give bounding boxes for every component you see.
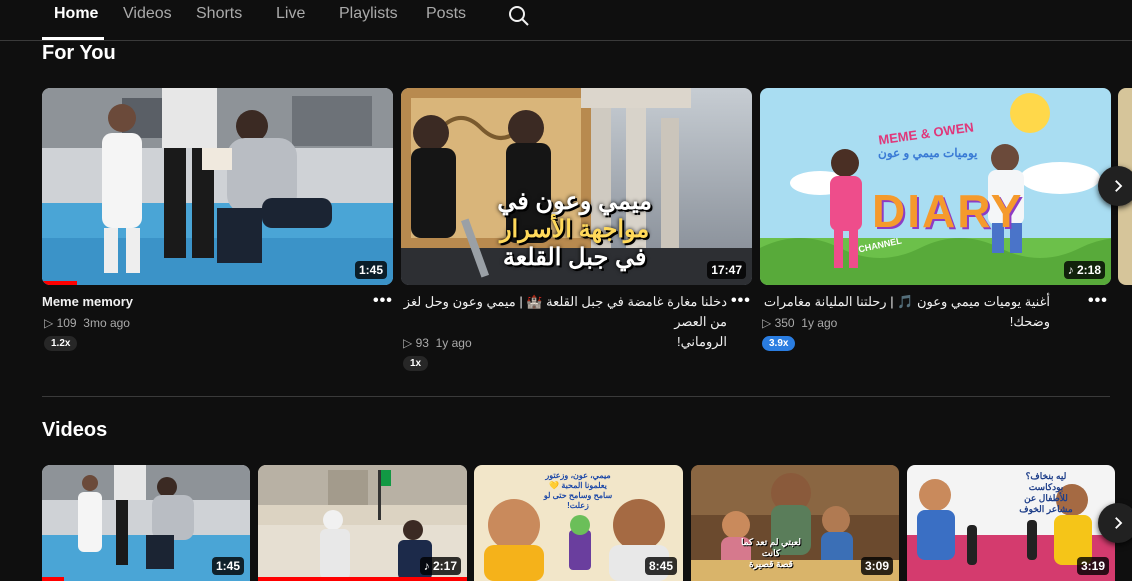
watch-progress-bar xyxy=(42,281,77,285)
tab-live[interactable]: Live xyxy=(276,5,305,23)
video-thumbnail[interactable]: MEME & OWEN يوميات ميمي و عون DIARY CHAN… xyxy=(760,88,1111,285)
video-duration: ♪ 2:17 xyxy=(419,557,461,575)
watch-progress-bar xyxy=(42,577,64,581)
video-thumbnail[interactable]: ميمي، عون، وزعتور يعلمونا المحبة 💛 سامح … xyxy=(474,465,683,581)
video-duration: 3:09 xyxy=(860,557,893,575)
speed-badge: 1x xyxy=(403,356,429,371)
video-duration: ♪ 2:18 xyxy=(1063,261,1105,279)
active-tab-indicator xyxy=(42,37,104,40)
video-thumbnail[interactable]: 1:45 xyxy=(42,465,250,581)
tab-shorts[interactable]: Shorts xyxy=(196,5,242,23)
more-dots-icon[interactable]: ••• xyxy=(731,292,751,310)
chevron-right-icon[interactable] xyxy=(1098,166,1132,206)
video-stats: ▷ 109 3mo ago xyxy=(44,316,130,330)
video-thumbnail[interactable]: لعبتي لم تعد كما كانت قصة قصيرة 3:09 xyxy=(691,465,899,581)
play-icon: ▷ xyxy=(762,316,772,330)
play-icon: ▷ xyxy=(403,336,413,350)
video-duration: 17:47 xyxy=(707,261,746,279)
tab-home[interactable]: Home xyxy=(54,5,98,23)
video-stats: ▷ 350 1y ago xyxy=(762,316,838,330)
video-duration: 3:19 xyxy=(1076,557,1109,575)
channel-tabs: Home Videos Shorts Live Playlists Posts xyxy=(0,0,1132,41)
video-duration: 8:45 xyxy=(644,557,677,575)
more-dots-icon[interactable]: ••• xyxy=(373,292,393,310)
thumbnail-overlay-text: ليه بنخاف؟ بودكاست للأطفال عن مشاعر الخو… xyxy=(1019,471,1073,514)
thumbnail-overlay-text: لعبتي لم تعد كما كانت قصة قصيرة xyxy=(740,537,802,569)
thumbnail-overlay-text: ميمي وعون في مواجهة الأسرار في جبل القلع… xyxy=(497,188,652,271)
thumbnail-overlay-text: ميمي، عون، وزعتور يعلمونا المحبة 💛 سامح … xyxy=(543,471,613,510)
play-icon: ▷ xyxy=(44,316,54,330)
diary-logo-text: DIARY xyxy=(872,185,1024,237)
video-duration: 1:45 xyxy=(354,261,387,279)
brand-arabic-text: يوميات ميمي و عون xyxy=(878,146,978,160)
tab-posts[interactable]: Posts xyxy=(426,5,466,23)
more-dots-icon[interactable]: ••• xyxy=(1088,292,1108,310)
section-title-videos: Videos xyxy=(42,419,108,441)
video-title[interactable]: Meme memory xyxy=(42,292,133,312)
video-thumbnail[interactable]: ♪ 2:17 xyxy=(258,465,467,581)
music-note-icon: ♪ xyxy=(1067,263,1074,277)
speed-badge: 3.9x xyxy=(762,336,796,351)
tab-playlists[interactable]: Playlists xyxy=(339,5,398,23)
speed-badge: 1.2x xyxy=(44,336,78,351)
section-title-for-you: For You xyxy=(42,42,116,64)
watch-progress-bar xyxy=(258,577,467,581)
video-thumbnail[interactable]: ليه بنخاف؟ بودكاست للأطفال عن مشاعر الخو… xyxy=(907,465,1115,581)
video-duration: 1:45 xyxy=(211,557,244,575)
tab-videos[interactable]: Videos xyxy=(123,5,172,23)
video-thumbnail[interactable]: 1:45 xyxy=(42,88,393,285)
video-stats: ▷ 93 1y ago xyxy=(403,336,472,350)
search-icon[interactable] xyxy=(507,4,531,28)
video-thumbnail[interactable]: ميمي وعون في مواجهة الأسرار في جبل القلع… xyxy=(401,88,752,285)
chevron-right-icon[interactable] xyxy=(1098,503,1132,543)
music-note-icon: ♪ xyxy=(423,559,430,573)
section-divider xyxy=(42,396,1110,397)
